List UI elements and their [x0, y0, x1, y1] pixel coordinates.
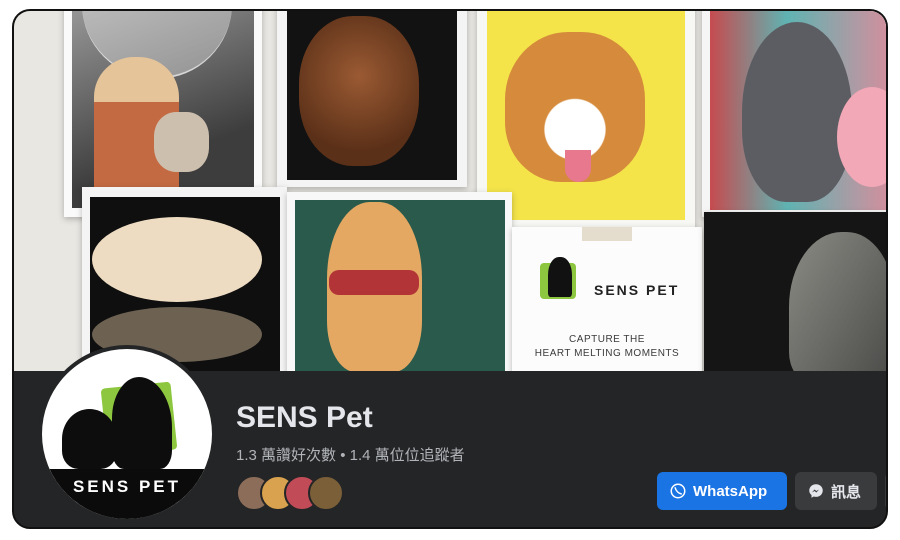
cover-photo-woman-pug	[64, 11, 262, 217]
cover-photo-greyhound	[702, 11, 886, 217]
whatsapp-button[interactable]: WhatsApp	[657, 472, 787, 510]
cover-photo-poodle	[277, 11, 467, 187]
tape	[582, 227, 632, 241]
page-stats[interactable]: 1.3 萬讚好次數 • 1.4 萬位位追蹤者	[236, 444, 465, 465]
cover-photo-cat	[704, 212, 886, 380]
follower-avatars[interactable]	[236, 475, 376, 511]
brand-name: SENS PET	[594, 282, 680, 298]
profile-header: SENS PET SENS Pet 1.3 萬讚好次數 • 1.4 萬位位追蹤者…	[14, 345, 886, 527]
tagline-line2: HEART MELTING MOMENTS	[534, 348, 680, 359]
whatsapp-icon	[670, 483, 686, 499]
cover-brand-card: SENS PET CAPTURE THE HEART MELTING MOMEN…	[512, 227, 702, 380]
tagline-line1: CAPTURE THE	[569, 334, 645, 345]
message-label: 訊息	[831, 483, 862, 501]
page-frame: SENS PET CAPTURE THE HEART MELTING MOMEN…	[12, 9, 888, 529]
avatar-label: SENS PET	[72, 477, 182, 496]
more-button[interactable]	[885, 472, 886, 510]
page-title[interactable]: SENS Pet	[236, 401, 373, 435]
message-button[interactable]: 訊息	[795, 472, 877, 510]
follower-avatar[interactable]	[308, 475, 344, 511]
whatsapp-label: WhatsApp	[693, 482, 768, 500]
brand-logo-icon	[534, 257, 584, 303]
cover-photo[interactable]: SENS PET CAPTURE THE HEART MELTING MOMEN…	[14, 11, 886, 380]
profile-avatar[interactable]: SENS PET	[38, 345, 216, 523]
cover-photo-shiba	[287, 192, 512, 380]
messenger-icon	[809, 484, 823, 498]
